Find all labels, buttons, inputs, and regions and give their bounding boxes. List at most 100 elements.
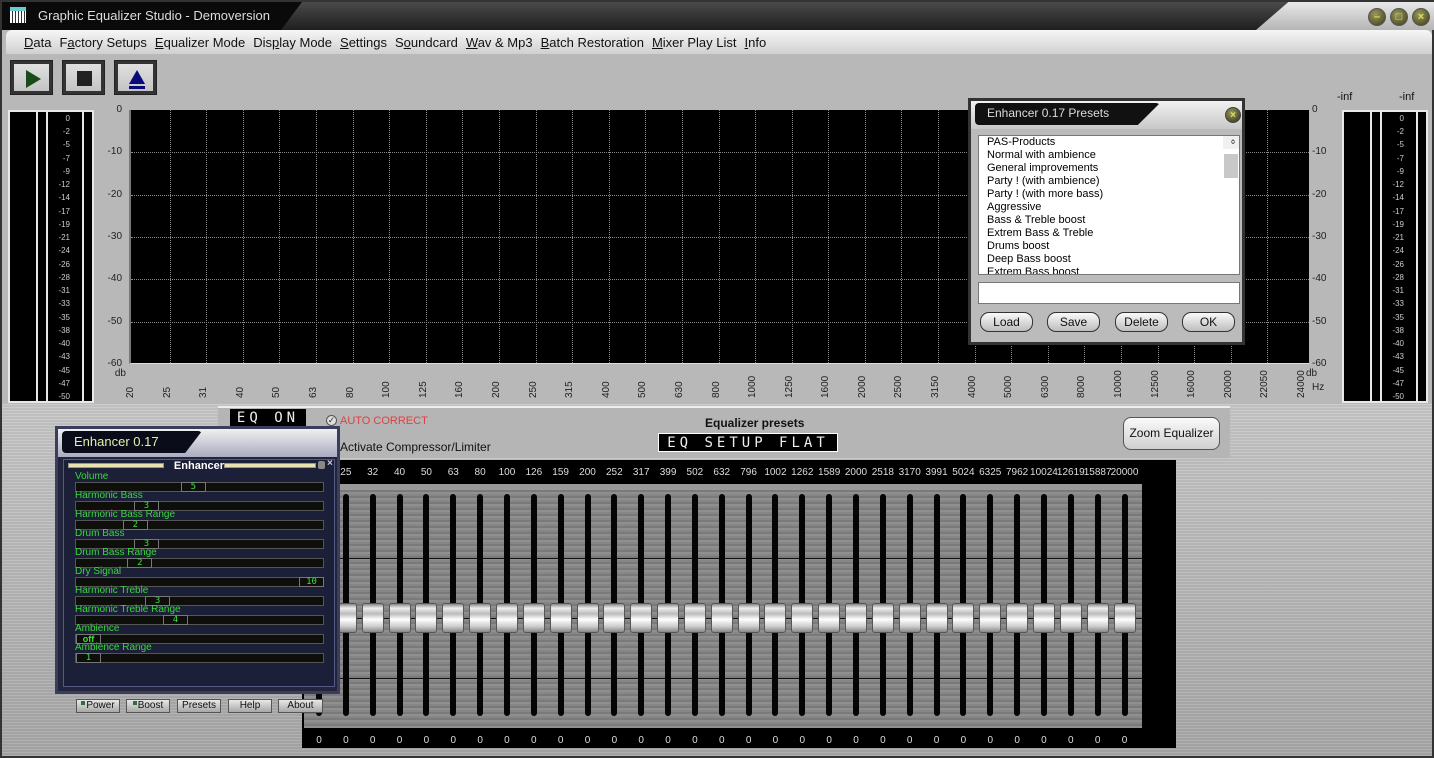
enhancer-param-knob[interactable]: 1 bbox=[76, 653, 101, 663]
zoom-equalizer-button[interactable]: Zoom Equalizer bbox=[1123, 417, 1220, 450]
presets-dialog-title: Enhancer 0.17 Presets bbox=[987, 106, 1110, 120]
maximize-button[interactable]: □ bbox=[1390, 8, 1408, 26]
preset-list-item[interactable]: Extrem Bass & Treble bbox=[983, 227, 1239, 240]
eq-slider-knob[interactable] bbox=[818, 603, 841, 633]
eq-slider-knob[interactable] bbox=[522, 603, 545, 633]
eq-slider-knob[interactable] bbox=[683, 603, 706, 633]
preset-list-item[interactable]: Bass & Treble boost bbox=[983, 214, 1239, 227]
meter-scale-tick: -19 bbox=[1392, 219, 1404, 229]
eq-slider-knob[interactable] bbox=[764, 603, 787, 633]
enhancer-window-header[interactable]: Enhancer 0.17 bbox=[58, 429, 337, 457]
compressor-toggle-label[interactable]: Activate Compressor/Limiter bbox=[340, 440, 491, 454]
eq-slider-knob[interactable] bbox=[549, 603, 572, 633]
auto-correct-checkbox[interactable]: ✓ bbox=[326, 415, 337, 426]
menu-data[interactable]: Data bbox=[24, 35, 51, 50]
stop-button[interactable] bbox=[62, 60, 105, 95]
menu-wav-mp3[interactable]: Wav & Mp3 bbox=[466, 35, 533, 50]
scroll-down-icon[interactable]: ⌄ bbox=[1223, 136, 1239, 148]
enhancer-param-label: Drum Bass bbox=[75, 528, 125, 539]
presets-list[interactable]: PAS-Products Normal with ambience General … bbox=[978, 135, 1240, 275]
eq-slider-knob[interactable] bbox=[1086, 603, 1109, 633]
menu-equalizer-mode[interactable]: Equalizer Mode bbox=[155, 35, 245, 50]
eq-slider-knob[interactable] bbox=[1006, 603, 1029, 633]
preset-list-item[interactable]: Normal with ambience bbox=[983, 149, 1239, 162]
eq-slider-knob[interactable] bbox=[737, 603, 760, 633]
hz-tick-label: 800 bbox=[710, 381, 722, 398]
enhancer-param-knob[interactable]: 2 bbox=[127, 558, 153, 568]
menu-info[interactable]: Info bbox=[745, 35, 767, 50]
preset-list-item[interactable]: Party ! (with ambience) bbox=[983, 175, 1239, 188]
title-bar[interactable]: Graphic Equalizer Studio - Demoversion –… bbox=[2, 2, 1434, 30]
preset-list-item[interactable]: Aggressive bbox=[983, 201, 1239, 214]
enhancer-power-button[interactable]: Power bbox=[76, 699, 120, 713]
enhancer-boost-button[interactable]: Boost bbox=[126, 699, 170, 713]
preset-list-item[interactable]: Extrem Bass boost bbox=[983, 266, 1239, 274]
play-button[interactable] bbox=[10, 60, 53, 95]
enhancer-param-knob[interactable]: 5 bbox=[180, 482, 206, 492]
enhancer-help-button[interactable]: Help bbox=[228, 699, 272, 713]
eq-slider-knob[interactable] bbox=[791, 603, 814, 633]
enhancer-param-slider[interactable]: 1 bbox=[75, 653, 324, 663]
eq-slider-knob[interactable] bbox=[388, 603, 411, 633]
preset-list-item[interactable]: PAS-Products bbox=[983, 136, 1239, 149]
enhancer-close-icon[interactable]: × bbox=[327, 458, 333, 469]
eq-slider-knob[interactable] bbox=[952, 603, 975, 633]
menu-soundcard[interactable]: Soundcard bbox=[395, 35, 458, 50]
eq-status-display[interactable]: EQ ON bbox=[230, 409, 306, 427]
preset-list-item[interactable]: General improvements bbox=[983, 162, 1239, 175]
eq-slider-knob[interactable] bbox=[361, 603, 384, 633]
hz-tick-label: 4000 bbox=[966, 375, 978, 398]
preset-list-item[interactable]: Party ! (with more bass) bbox=[983, 188, 1239, 201]
preset-ok-button[interactable]: OK bbox=[1182, 312, 1235, 332]
eq-slider-knob[interactable] bbox=[845, 603, 867, 633]
preset-name-input[interactable] bbox=[978, 282, 1240, 304]
enhancer-about-button[interactable]: About bbox=[278, 699, 323, 713]
presets-close-button[interactable]: × bbox=[1225, 107, 1241, 123]
menu-display-mode[interactable]: Display Mode bbox=[253, 35, 332, 50]
presets-dialog-header[interactable]: Enhancer 0.17 Presets × bbox=[971, 101, 1242, 129]
hz-tick-label: 63 bbox=[307, 386, 319, 398]
eq-slider-knob[interactable] bbox=[979, 603, 1002, 633]
eq-preset-display[interactable]: EQ SETUP FLAT bbox=[658, 433, 838, 452]
preset-list-item[interactable]: Deep Bass boost bbox=[983, 253, 1239, 266]
eq-slider-knob[interactable] bbox=[415, 603, 438, 633]
eject-button[interactable] bbox=[114, 60, 157, 95]
eq-slider-knob[interactable] bbox=[630, 603, 653, 633]
enhancer-param-knob[interactable]: 4 bbox=[162, 615, 188, 625]
eq-slider-knob[interactable] bbox=[495, 603, 518, 633]
preset-list-item[interactable]: Drums boost bbox=[983, 240, 1239, 253]
eq-slider-knob[interactable] bbox=[1113, 603, 1136, 633]
eq-slider-knob[interactable] bbox=[1059, 603, 1082, 633]
eq-slider-knob[interactable] bbox=[469, 603, 492, 633]
auto-correct-label[interactable]: AUTO CORRECT bbox=[340, 415, 428, 427]
eq-slider-knob[interactable] bbox=[710, 603, 733, 633]
enhancer-presets-button[interactable]: Presets bbox=[177, 699, 221, 713]
menu-batch-restoration[interactable]: Batch Restoration bbox=[541, 35, 644, 50]
eq-slider-knob[interactable] bbox=[603, 603, 626, 633]
eq-slider-knob[interactable] bbox=[871, 603, 894, 633]
menu-mixer-play-list[interactable]: Mixer Play List bbox=[652, 35, 737, 50]
meter-scale-tick: -17 bbox=[1392, 206, 1404, 216]
menu-settings[interactable]: Settings bbox=[340, 35, 387, 50]
menu-factory-setups[interactable]: Factory Setups bbox=[59, 35, 146, 50]
enhancer-param-knob[interactable]: 2 bbox=[122, 520, 148, 530]
eq-slider-knob[interactable] bbox=[657, 603, 680, 633]
eq-slider-knob[interactable] bbox=[898, 603, 921, 633]
minimize-button[interactable]: – bbox=[1368, 8, 1386, 26]
preset-delete-button[interactable]: Delete bbox=[1115, 312, 1168, 332]
window-title: Graphic Equalizer Studio - Demoversion bbox=[38, 8, 270, 23]
preset-save-button[interactable]: Save bbox=[1047, 312, 1100, 332]
eq-band-value: 0 bbox=[906, 735, 913, 746]
enhancer-minimize-icon[interactable] bbox=[318, 461, 325, 469]
eq-band-value: 0 bbox=[665, 735, 671, 746]
eq-slider-knob[interactable] bbox=[1032, 603, 1055, 633]
preset-load-button[interactable]: Load bbox=[980, 312, 1033, 332]
scrollbar-thumb[interactable] bbox=[1224, 154, 1238, 178]
enhancer-param-knob[interactable]: 10 bbox=[299, 577, 324, 587]
close-button[interactable]: × bbox=[1412, 8, 1430, 26]
eq-slider-knob[interactable] bbox=[576, 603, 599, 633]
eq-slider-knob[interactable] bbox=[925, 603, 948, 633]
presets-scrollbar[interactable]: ⌃ ⌄ bbox=[1223, 136, 1239, 178]
eq-band-value: 0 bbox=[826, 735, 832, 746]
eq-slider-knob[interactable] bbox=[442, 603, 465, 633]
